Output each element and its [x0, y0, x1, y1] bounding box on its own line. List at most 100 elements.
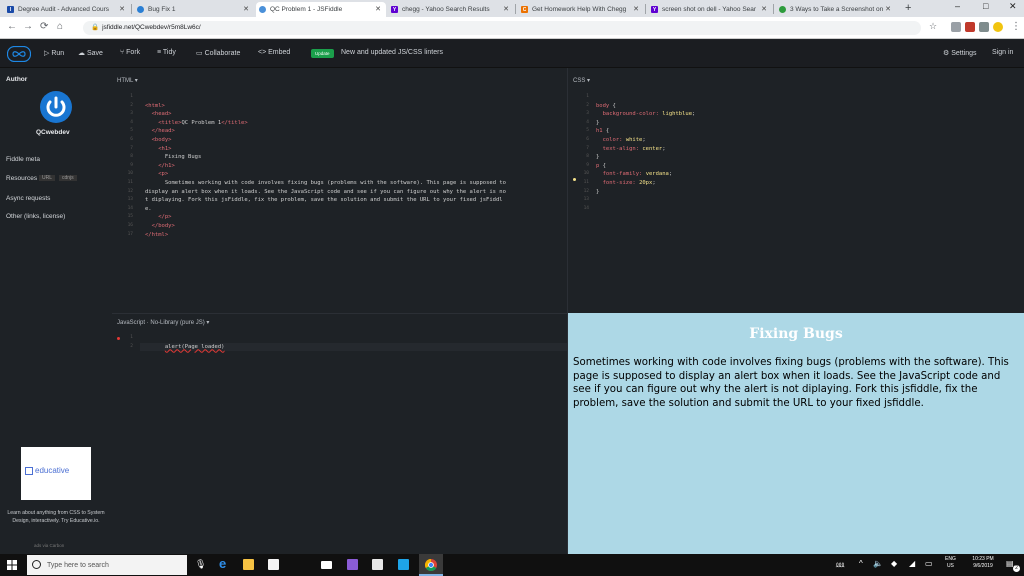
async-requests-link[interactable]: Async requests	[6, 195, 50, 202]
news-link[interactable]: New and updated JS/CSS linters	[341, 49, 443, 56]
dropbox-icon[interactable]: ◆	[891, 559, 897, 568]
tab-title: chegg - Yahoo Search Results	[402, 6, 490, 13]
tab-title: 3 Ways to Take a Screenshot on	[790, 6, 884, 13]
tab-separator	[773, 4, 774, 14]
line-number: 7	[586, 145, 589, 151]
extension-icon[interactable]	[979, 22, 989, 32]
line-number: 10	[583, 171, 589, 177]
line-number: 3	[130, 111, 133, 117]
profile-avatar-icon[interactable]	[993, 22, 1003, 32]
close-window-button[interactable]: ✕	[1009, 1, 1017, 12]
css-code-editor[interactable]: body { background-color: lightblue; } h1…	[596, 93, 1016, 196]
browser-tab[interactable]: 3 Ways to Take a Screenshot on ✕	[776, 2, 896, 17]
html-panel-label[interactable]: HTML ▾	[117, 77, 138, 84]
author-avatar[interactable]	[39, 90, 73, 124]
notification-count-badge: 2	[1013, 565, 1020, 572]
bookmark-star-icon[interactable]: ☆	[929, 21, 937, 32]
html-code-editor[interactable]: <html> <head> <title>QC Problem 1</title…	[145, 93, 565, 239]
resources-cdnjs-tab[interactable]: cdnjs	[59, 175, 77, 181]
new-tab-button[interactable]: +	[905, 2, 911, 14]
js-code-editor[interactable]: alert(Page loaded)	[145, 334, 565, 360]
close-tab-icon[interactable]: ✕	[761, 5, 767, 13]
line-number: 13	[127, 197, 133, 203]
line-number: 4	[586, 119, 589, 125]
taskbar-search-placeholder: Type here to search	[47, 561, 109, 569]
update-badge[interactable]: Update	[311, 49, 334, 58]
close-tab-icon[interactable]: ✕	[885, 5, 891, 13]
browser-tab-active[interactable]: QC Problem 1 - JSFiddle ✕	[256, 2, 386, 17]
tab-title: QC Problem 1 - JSFiddle	[270, 6, 343, 13]
fiddle-toolbar: ▷ Run ☁ Save ⑂ Fork ≡ Tidy ▭ Collaborate…	[0, 40, 1024, 68]
other-links-license-link[interactable]: Other (links, license)	[6, 213, 65, 220]
close-tab-icon[interactable]: ✕	[633, 5, 639, 13]
run-button[interactable]: ▷ Run	[44, 49, 64, 57]
chrome-icon[interactable]	[425, 559, 437, 571]
ads-via-carbon[interactable]: ads via Carbon	[34, 543, 64, 548]
line-number: 9	[586, 162, 589, 168]
back-arrow-icon[interactable]: ←	[7, 21, 17, 32]
taskbar-search-input[interactable]: Type here to search	[27, 555, 187, 575]
app-icon[interactable]	[372, 559, 383, 570]
browser-tab[interactable]: Bug Fix 1 ✕	[134, 2, 254, 17]
tab-title: Get Homework Help With Chegg	[532, 6, 627, 13]
volume-icon[interactable]: 🔈	[873, 559, 883, 568]
forward-arrow-icon[interactable]: →	[23, 21, 33, 32]
jsfiddle-logo-icon[interactable]	[7, 46, 31, 62]
result-panel[interactable]: Fixing Bugs Sometimes working with code …	[568, 313, 1024, 554]
resources-url-tab[interactable]: URL	[39, 175, 56, 181]
minimize-button[interactable]: –	[955, 1, 960, 11]
close-tab-icon[interactable]: ✕	[375, 5, 381, 13]
settings-button[interactable]: ⚙ Settings	[943, 49, 977, 57]
people-icon[interactable]: ⅏	[836, 559, 844, 570]
result-paragraph: Sometimes working with code involves fix…	[573, 357, 1009, 409]
browser-tab[interactable]: C Get Homework Help With Chegg ✕	[518, 2, 644, 17]
browser-tab[interactable]: I Degree Audit - Advanced Cours ✕	[4, 2, 130, 17]
line-number: 14	[583, 205, 589, 211]
cloud-icon: ☁	[78, 50, 87, 57]
chrome-menu-icon[interactable]: ⋮	[1011, 21, 1021, 32]
tray-chevron-icon[interactable]: ^	[859, 559, 863, 568]
mail-icon[interactable]	[321, 561, 332, 569]
microphone-icon[interactable]: 🎙	[195, 559, 206, 570]
js-library-select[interactable]: No-Library (pure JS)	[150, 320, 204, 326]
carbon-ad-text[interactable]: Learn about anything from CSS to System …	[6, 510, 106, 525]
tidy-button[interactable]: ≡ Tidy	[157, 49, 176, 56]
javascript-panel-label[interactable]: JavaScript · No-Library (pure JS) ▾	[117, 319, 209, 326]
visual-studio-icon[interactable]	[347, 559, 358, 570]
educative-logo-icon	[25, 466, 33, 475]
collaborate-button[interactable]: ▭ Collaborate	[196, 49, 240, 57]
fork-button[interactable]: ⑂ Fork	[120, 49, 140, 56]
author-name[interactable]: QCwebdev	[36, 129, 70, 136]
save-button[interactable]: ☁ Save	[78, 49, 103, 57]
store-icon[interactable]	[268, 559, 279, 570]
sign-in-link[interactable]: Sign in	[992, 49, 1013, 56]
extension-icon[interactable]	[965, 22, 975, 32]
keyboard-icon[interactable]: ▭	[925, 559, 933, 568]
home-icon[interactable]: ⌂	[57, 21, 63, 32]
app-icon[interactable]	[398, 559, 409, 570]
extension-icon[interactable]	[951, 22, 961, 32]
clock[interactable]: 10:23 PM 9/6/2019	[964, 556, 1002, 570]
file-explorer-icon[interactable]	[243, 559, 254, 570]
close-tab-icon[interactable]: ✕	[503, 5, 509, 13]
close-tab-icon[interactable]: ✕	[119, 5, 125, 13]
url-field[interactable]: 🔒 jsfiddle.net/QCwebdev/r5m8Lw6c/	[83, 21, 921, 35]
windows-start-icon[interactable]	[7, 560, 17, 570]
resources-link[interactable]: Resources	[6, 175, 37, 182]
reload-icon[interactable]: ⟳	[40, 21, 48, 32]
css-panel-label[interactable]: CSS ▾	[573, 77, 590, 84]
tab-favicon-icon	[259, 6, 266, 13]
fiddle-meta-link[interactable]: Fiddle meta	[6, 156, 40, 163]
browser-tab[interactable]: Y screen shot on dell - Yahoo Sear ✕	[648, 2, 772, 17]
caret-down-icon: ▾	[134, 78, 138, 84]
carbon-ad-image[interactable]: educative	[21, 447, 91, 500]
maximize-button[interactable]: □	[983, 1, 988, 11]
wifi-icon[interactable]: ◢	[909, 559, 915, 568]
browser-tab[interactable]: Y chegg - Yahoo Search Results ✕	[388, 2, 514, 17]
edge-browser-icon[interactable]: e	[219, 556, 226, 571]
embed-button[interactable]: <> Embed	[258, 49, 290, 56]
html-line-numbers: 1 2 3 4 5 6 7 8 9 10 11 12 13 14 15 16 17	[122, 93, 133, 239]
language-indicator[interactable]: ENG US	[945, 556, 956, 570]
close-tab-icon[interactable]: ✕	[243, 5, 249, 13]
tab-separator	[645, 4, 646, 14]
